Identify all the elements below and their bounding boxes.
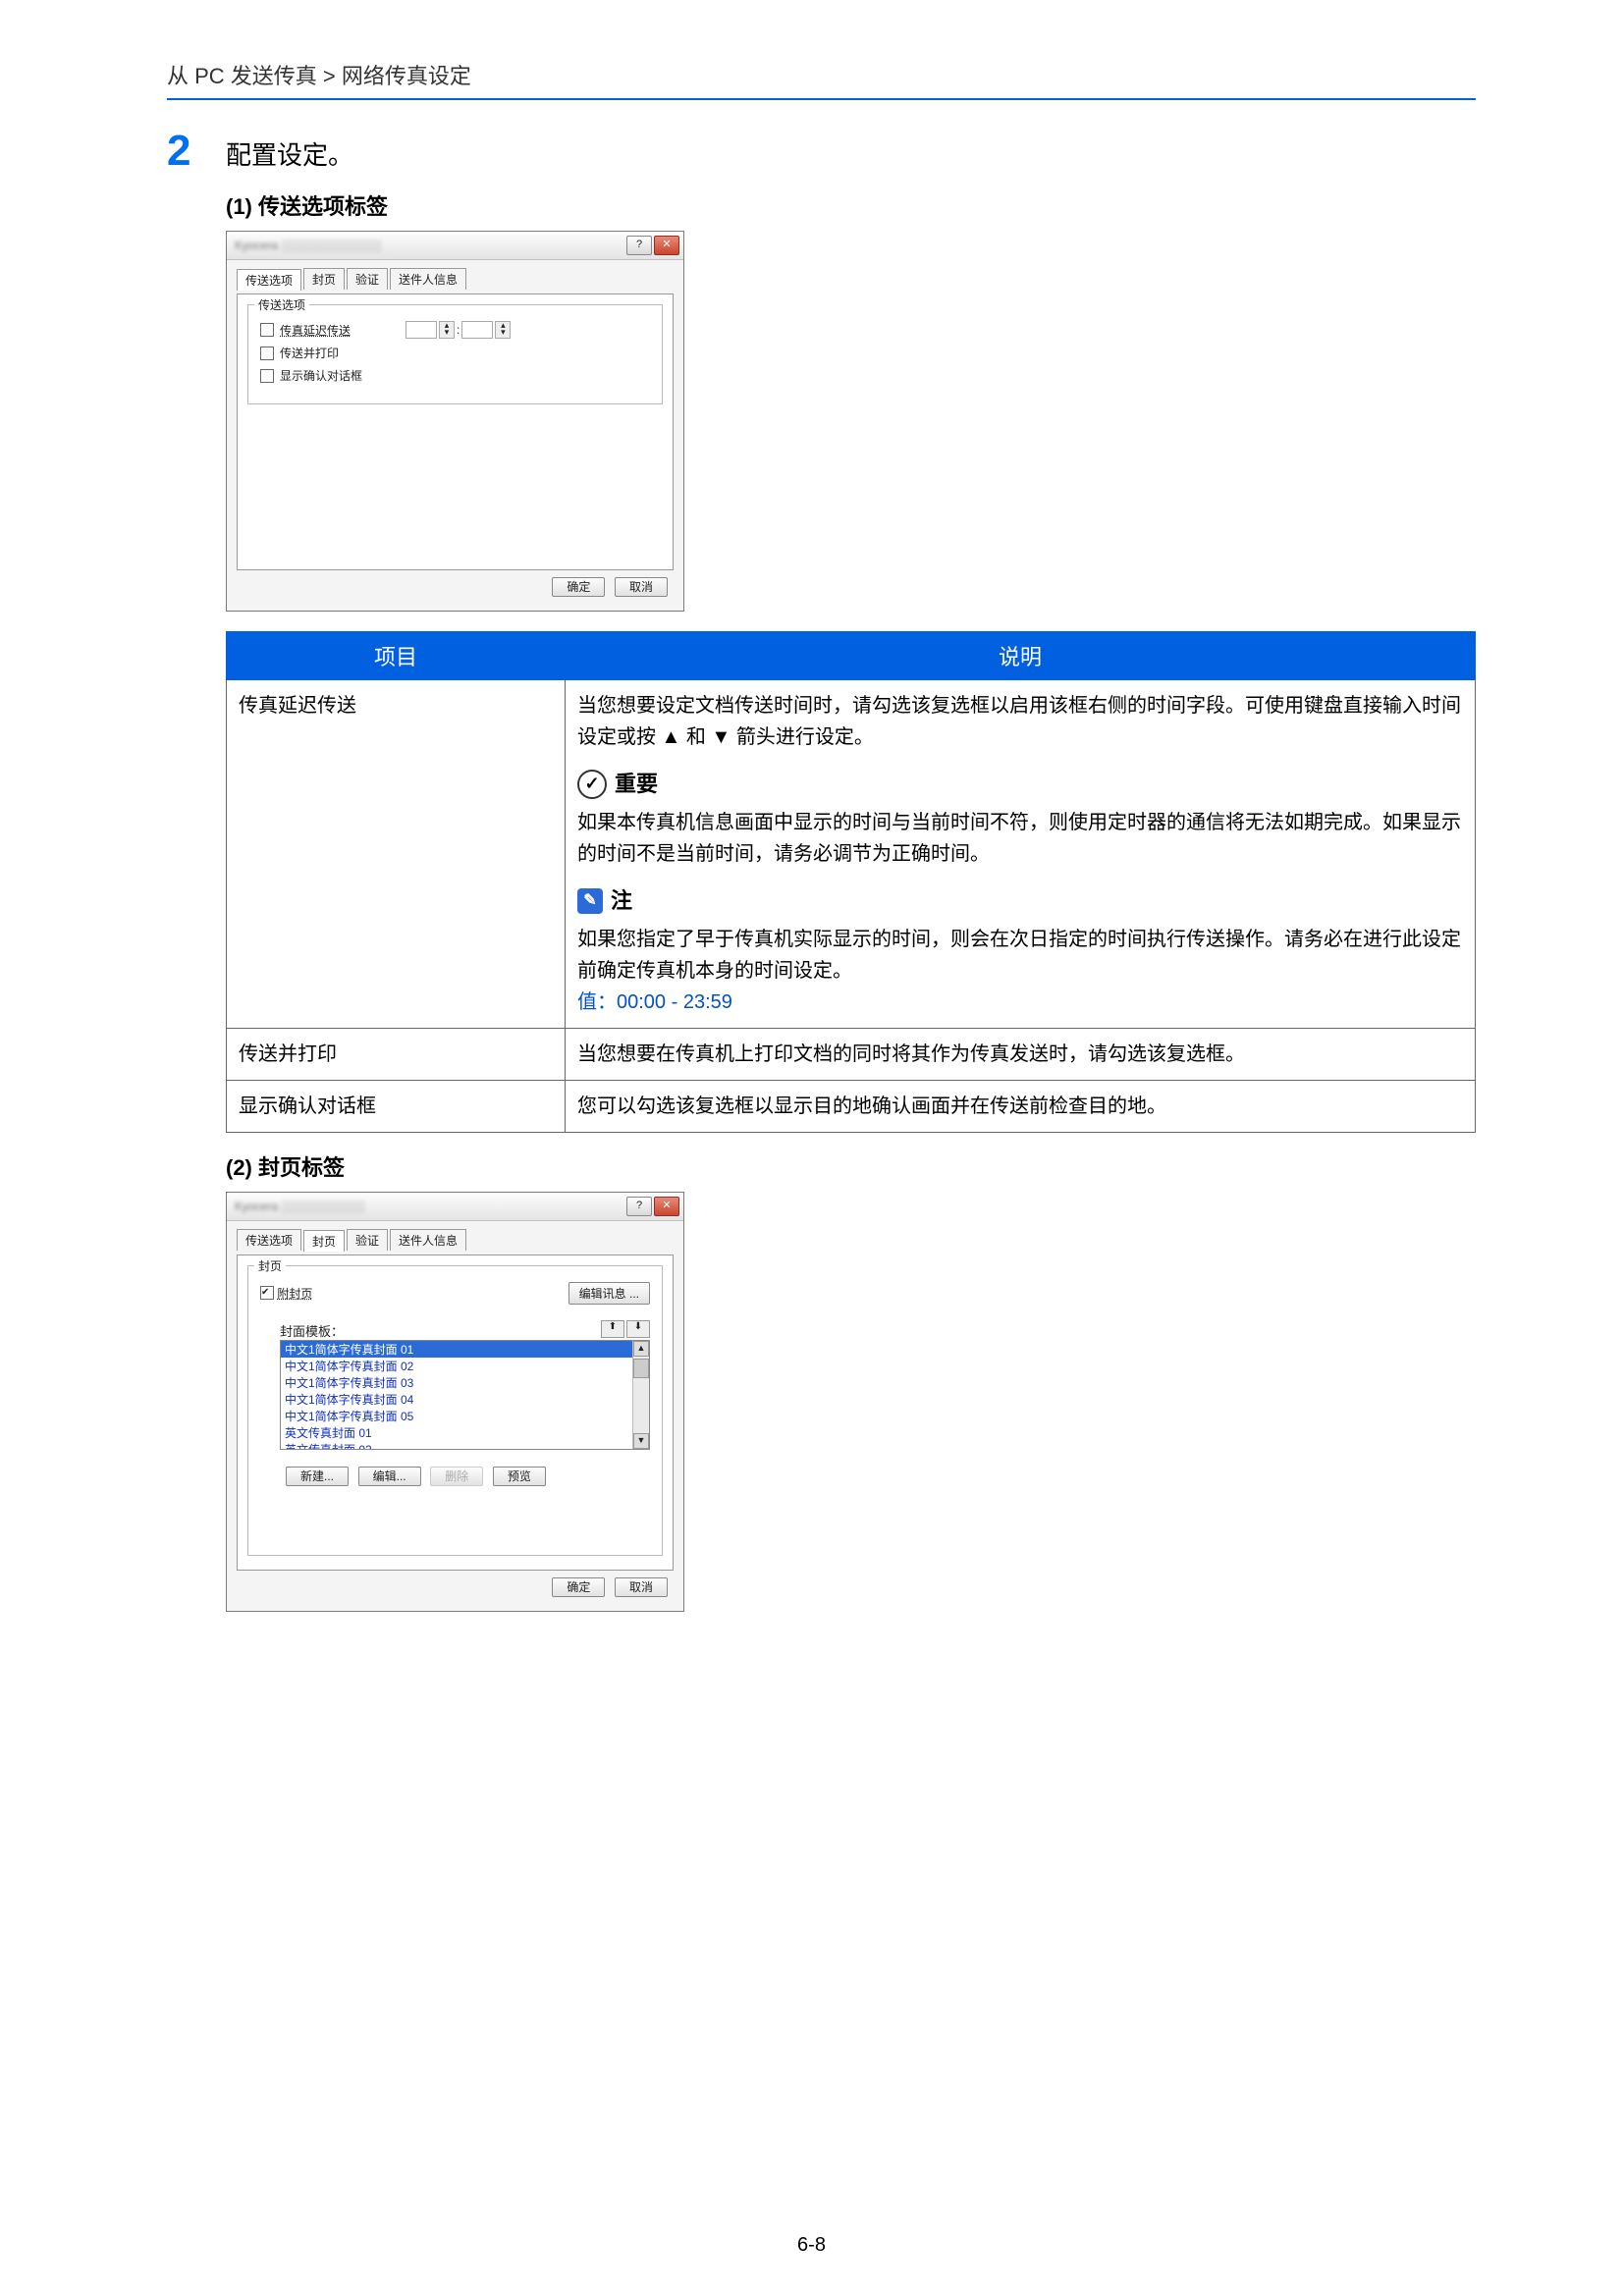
section2-label: (2) 封页标签 <box>226 1150 1476 1182</box>
sort-down-button[interactable]: ⬇ <box>626 1320 650 1338</box>
delete-button[interactable]: 删除 <box>430 1467 483 1486</box>
important-icon: ✓ <box>577 770 607 799</box>
checkbox-delay[interactable] <box>260 323 274 337</box>
tab-bar: 传送选项 封页 验证 送件人信息 <box>237 268 674 290</box>
window-title-blur: Kyocera ░░░░░░░░░░ <box>235 1200 364 1213</box>
note-text: 如果您指定了早于传真机实际显示的时间，则会在次日指定的时间执行传送操作。请务必在… <box>577 924 1463 987</box>
dialog-cover-page: Kyocera ░░░░░░░░░░ ? ✕ 传送选项 封页 验证 送件人信息 <box>226 1192 684 1612</box>
tab-transfer[interactable]: 传送选项 <box>237 269 301 291</box>
checkbox-print[interactable] <box>260 347 274 360</box>
label-confirm: 显示确认对话框 <box>280 367 362 384</box>
list-item[interactable]: 英文传真封面 01 <box>281 1424 649 1441</box>
list-item[interactable]: 中文1简体字传真封面 01 <box>281 1341 649 1358</box>
checkbox-attach-cover[interactable] <box>260 1286 274 1300</box>
hour-spinner[interactable]: ▴▾ <box>439 321 455 339</box>
window-title-blur: Kyocera ░░░░░░░░░░░░ <box>235 239 381 252</box>
label-delay: 传真延迟传送 <box>280 322 351 339</box>
list-item[interactable]: 中文1简体字传真封面 04 <box>281 1391 649 1408</box>
list-item[interactable]: 中文1简体字传真封面 05 <box>281 1408 649 1424</box>
cancel-button[interactable]: 取消 <box>615 577 668 597</box>
titlebar: Kyocera ░░░░░░░░░░ ? ✕ <box>227 1193 683 1221</box>
step-number: 2 <box>167 130 226 173</box>
label-attach-cover: 附封页 <box>277 1287 312 1301</box>
desc-main-0: 当您想要设定文档传送时间时，请勾选该复选框以启用该框右侧的时间字段。可使用键盘直… <box>577 690 1463 753</box>
tab-bar: 传送选项 封页 验证 送件人信息 <box>237 1229 674 1251</box>
scroll-down-icon[interactable]: ▼ <box>633 1433 649 1449</box>
tab-transfer[interactable]: 传送选项 <box>237 1229 301 1251</box>
list-item[interactable]: 英文传真封面 02 <box>281 1441 649 1450</box>
group-label: 封页 <box>254 1257 286 1274</box>
scroll-thumb[interactable] <box>633 1359 649 1378</box>
tab-sender[interactable]: 送件人信息 <box>390 1229 466 1251</box>
tab-sender[interactable]: 送件人信息 <box>390 268 466 290</box>
time-field[interactable]: ▴▾ : ▴▾ <box>406 321 511 339</box>
tab-cover[interactable]: 封页 <box>303 1230 345 1252</box>
cancel-button[interactable]: 取消 <box>615 1577 668 1597</box>
important-label: 重要 <box>615 767 658 801</box>
hour-input[interactable] <box>406 321 437 339</box>
cell-desc-1: 当您想要在传真机上打印文档的同时将其作为传真发送时，请勾选该复选框。 <box>566 1029 1476 1081</box>
cell-item-1: 传送并打印 <box>227 1029 566 1081</box>
edit-button[interactable]: 编辑... <box>358 1467 421 1486</box>
tab-auth[interactable]: 验证 <box>347 1229 388 1251</box>
group-label: 传送选项 <box>254 296 309 313</box>
template-listbox[interactable]: 中文1简体字传真封面 01 中文1简体字传真封面 02 中文1简体字传真封面 0… <box>280 1340 650 1450</box>
value-text: 值：00:00 - 23:59 <box>577 987 1463 1018</box>
th-desc: 说明 <box>566 632 1476 680</box>
th-item: 项目 <box>227 632 566 680</box>
section1-label: (1) 传送选项标签 <box>226 189 1476 221</box>
time-sep: : <box>457 323 460 337</box>
titlebar: Kyocera ░░░░░░░░░░░░ ? ✕ <box>227 232 683 260</box>
scrollbar[interactable]: ▲ ▼ <box>632 1341 649 1449</box>
tab-auth[interactable]: 验证 <box>347 268 388 290</box>
page-number: 6-8 <box>0 2234 1623 2257</box>
ok-button[interactable]: 确定 <box>552 1577 605 1597</box>
new-button[interactable]: 新建... <box>286 1467 349 1486</box>
minute-spinner[interactable]: ▴▾ <box>495 321 511 339</box>
ok-button[interactable]: 确定 <box>552 577 605 597</box>
note-label: 注 <box>611 883 632 918</box>
close-button[interactable]: ✕ <box>654 236 679 255</box>
step-title: 配置设定。 <box>226 135 1476 172</box>
note-icon: ✎ <box>577 888 603 914</box>
checkbox-confirm[interactable] <box>260 369 274 383</box>
top-divider <box>167 98 1476 100</box>
template-label: 封面模板： <box>280 1321 344 1340</box>
edit-info-button[interactable]: 编辑讯息 ... <box>568 1282 650 1305</box>
tab-cover[interactable]: 封页 <box>303 268 345 290</box>
dialog-transfer-options: Kyocera ░░░░░░░░░░░░ ? ✕ 传送选项 封页 验证 送件人信… <box>226 231 684 612</box>
list-item[interactable]: 中文1简体字传真封面 02 <box>281 1358 649 1374</box>
minute-input[interactable] <box>461 321 493 339</box>
list-item[interactable]: 中文1简体字传真封面 03 <box>281 1374 649 1391</box>
cell-desc-2: 您可以勾选该复选框以显示目的地确认画面并在传送前检查目的地。 <box>566 1081 1476 1133</box>
label-print: 传送并打印 <box>280 345 339 361</box>
breadcrumb: 从 PC 发送传真 > 网络传真设定 <box>167 59 1476 90</box>
preview-button[interactable]: 预览 <box>493 1467 546 1486</box>
cell-item-2: 显示确认对话框 <box>227 1081 566 1133</box>
scroll-up-icon[interactable]: ▲ <box>633 1341 649 1357</box>
help-button[interactable]: ? <box>626 236 652 255</box>
close-button[interactable]: ✕ <box>654 1197 679 1216</box>
settings-table: 项目 说明 传真延迟传送 当您想要设定文档传送时间时，请勾选该复选框以启用该框右… <box>226 631 1476 1133</box>
help-button[interactable]: ? <box>626 1197 652 1216</box>
important-text: 如果本传真机信息画面中显示的时间与当前时间不符，则使用定时器的通信将无法如期完成… <box>577 807 1463 870</box>
cell-item-0: 传真延迟传送 <box>227 680 566 1029</box>
cell-desc-0: 当您想要设定文档传送时间时，请勾选该复选框以启用该框右侧的时间字段。可使用键盘直… <box>566 680 1476 1029</box>
sort-up-button[interactable]: ⬆ <box>601 1320 624 1338</box>
